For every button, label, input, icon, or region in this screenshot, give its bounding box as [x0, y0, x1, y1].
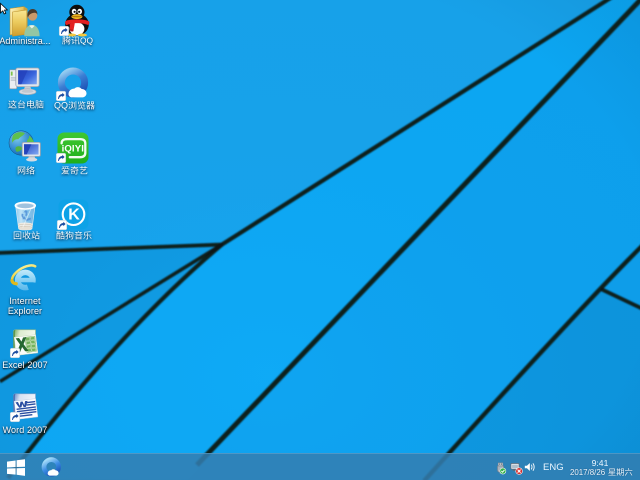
svg-text:QQ: QQ — [54, 101, 68, 111]
svg-text:K: K — [68, 207, 80, 224]
svg-text:2017/8/26: 2017/8/26 — [570, 468, 606, 477]
svg-text:QQ: QQ — [80, 36, 94, 46]
